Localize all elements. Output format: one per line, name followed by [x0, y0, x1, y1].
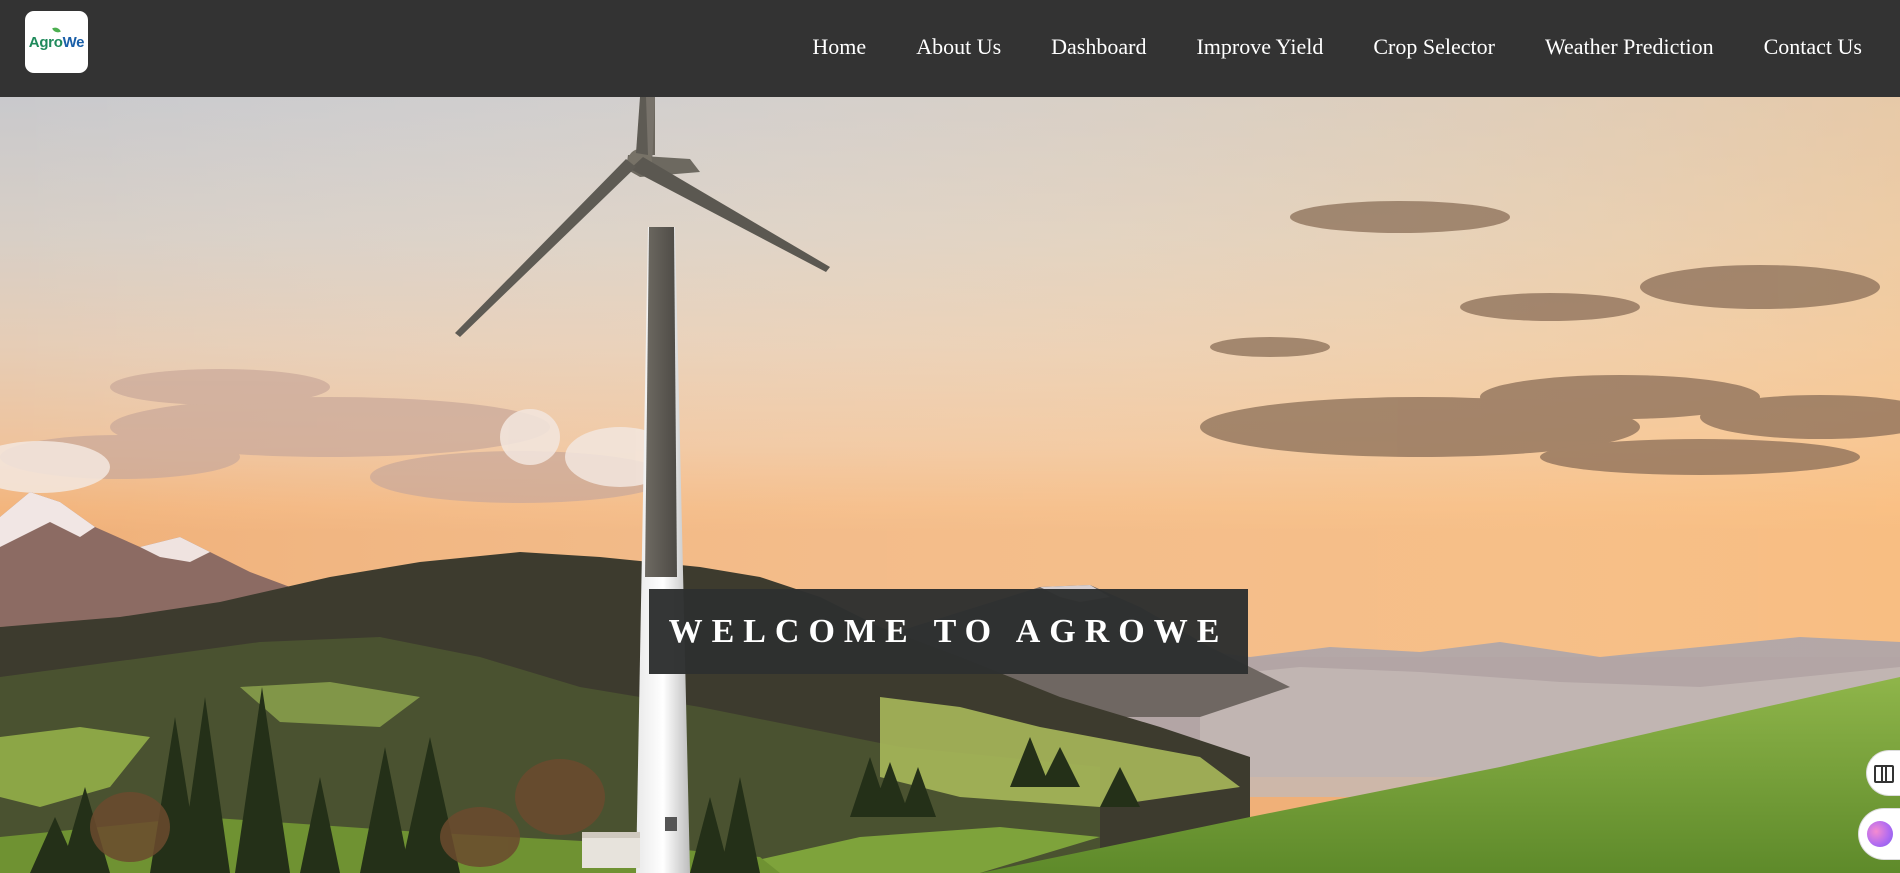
nav-crop-selector[interactable]: Crop Selector — [1373, 34, 1495, 60]
nav-contact-us[interactable]: Contact Us — [1764, 34, 1862, 60]
nav-weather-prediction[interactable]: Weather Prediction — [1545, 34, 1714, 60]
logo-text: AgroWe — [29, 25, 85, 51]
book-icon — [1873, 765, 1894, 783]
nav-dashboard[interactable]: Dashboard — [1051, 34, 1146, 60]
hero-banner: WELCOME TO AGROWE — [0, 97, 1900, 873]
navbar: AgroWe Home About Us Dashboard Improve Y… — [0, 0, 1900, 97]
nav-about-us[interactable]: About Us — [916, 34, 1001, 60]
main-nav: Home About Us Dashboard Improve Yield Cr… — [812, 0, 1862, 93]
hero-background-image — [0, 97, 1900, 873]
brain-icon — [1866, 821, 1893, 847]
agrowe-logo[interactable]: AgroWe — [25, 11, 88, 73]
welcome-heading: WELCOME TO AGROWE — [668, 612, 1229, 650]
nav-home[interactable]: Home — [812, 34, 866, 60]
nav-improve-yield[interactable]: Improve Yield — [1196, 34, 1323, 60]
leaf-icon — [51, 25, 61, 34]
welcome-banner: WELCOME TO AGROWE — [649, 589, 1248, 674]
